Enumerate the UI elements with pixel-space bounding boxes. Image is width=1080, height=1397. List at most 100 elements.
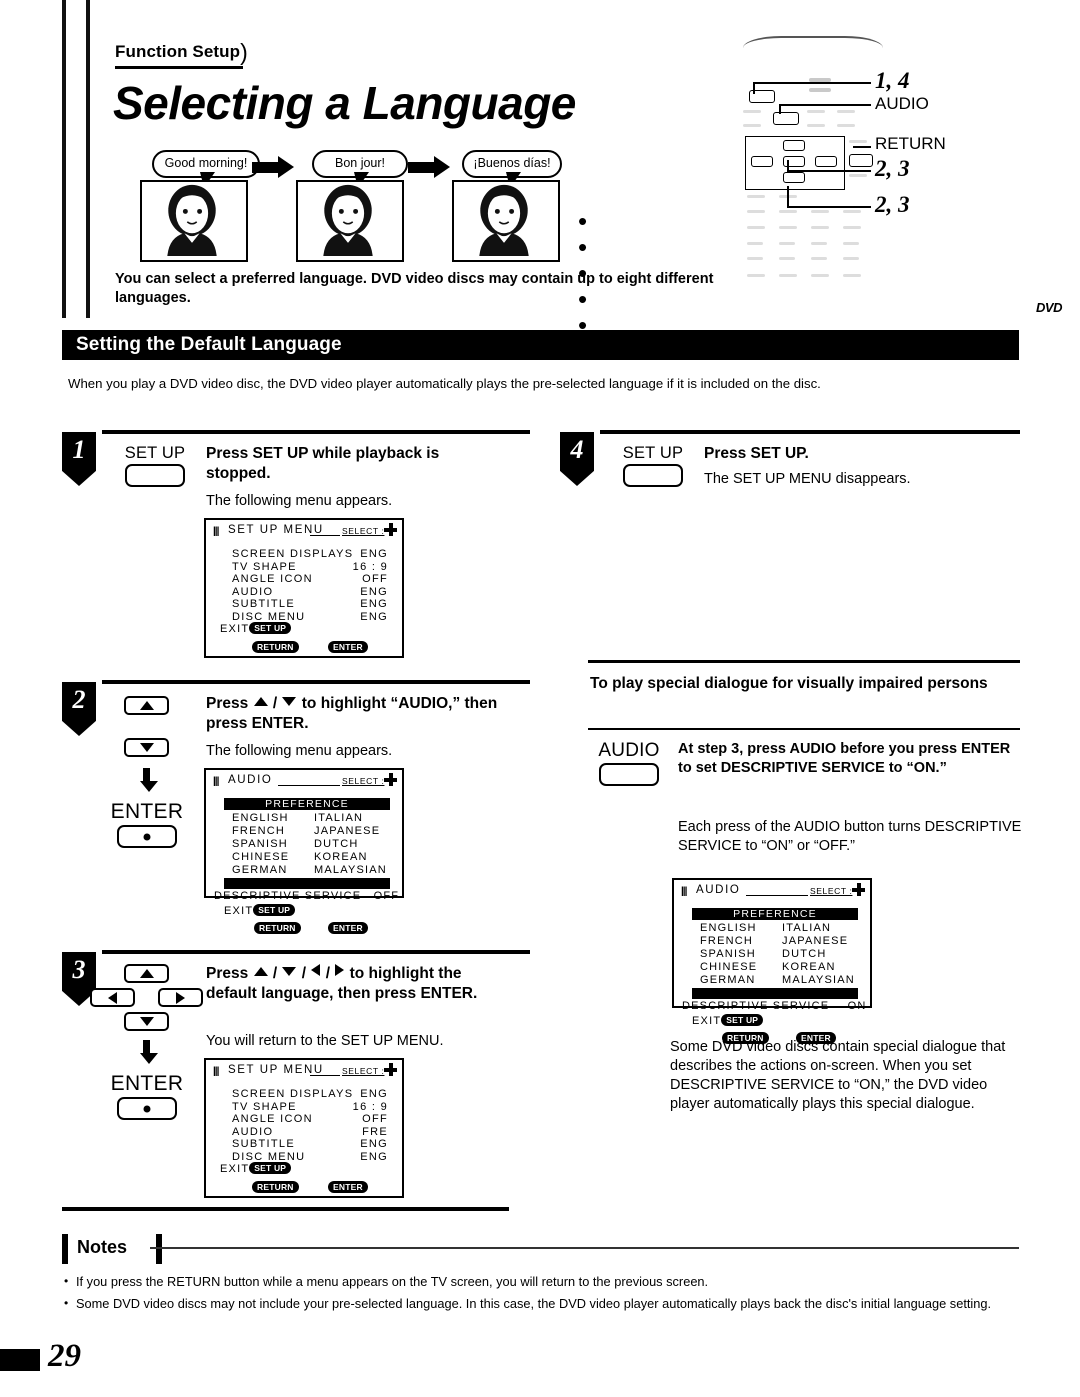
osd2-lang-left: ENGLISH (232, 812, 289, 824)
osd2-title: AUDIO (228, 774, 273, 786)
osd3-pill-setup: SET UP (249, 1162, 292, 1174)
remote-return-key (849, 154, 873, 167)
step-1: 1 SET UP Press SET UP while playback is … (62, 430, 530, 680)
page-title: Selecting a Language (113, 77, 576, 129)
osd2-lang-left: FRENCH (232, 825, 286, 837)
osd-setup-menu-1: ||| SET UP MENU SELECT : SCREEN DISPLAYS… (204, 518, 404, 658)
step-2-heading-mid: / (268, 695, 282, 712)
osd3-row-value: ENG (360, 1150, 388, 1163)
step-4-heading: Press SET UP. (704, 445, 809, 462)
up-button-icon (124, 964, 169, 983)
flow-down-arrow (140, 768, 158, 792)
osd3-bars-icon: ||| (213, 1066, 219, 1077)
osd1-bars-icon: ||| (213, 526, 219, 537)
audio-keycap: AUDIO (586, 740, 672, 786)
section-banner: Setting the Default Language (62, 330, 1019, 360)
special-heading: To play special dialogue for visually im… (590, 675, 988, 692)
special-dialogue-section: To play special dialogue for visually im… (560, 660, 1021, 1120)
osd-audio-off: ||| AUDIO SELECT : PREFERENCE ENGLISH IT… (204, 768, 404, 934)
steps-column-right: 4 SET UP Press SET UP. The SET UP MENU d… (560, 430, 1021, 1120)
osd2-exit-label: EXIT (224, 905, 254, 917)
osd2-divider-bar (224, 878, 390, 889)
triangle-left-icon (108, 991, 117, 1004)
osd3-row-label: SUBTITLE (232, 1138, 295, 1150)
step-1-keycap: SET UP (112, 444, 198, 487)
remote-callout-4: 2, 3 (875, 156, 910, 181)
intro-paragraph: You can select a preferred language. DVD… (115, 271, 714, 306)
triangle-right-icon (335, 964, 345, 976)
osd2-lang-left: SPANISH (232, 838, 288, 850)
step-3-heading-pre: Press (206, 965, 253, 982)
left-button-icon (90, 988, 135, 1007)
down-button-icon (124, 1012, 169, 1031)
remote-up-key (783, 140, 805, 151)
osd4-bars-icon: ||| (681, 886, 687, 897)
remote-callout-5: 2, 3 (875, 192, 910, 217)
audio-button-icon (599, 763, 659, 786)
osd3-row: SCREEN DISPLAYS ENG (206, 1088, 402, 1101)
osd3-select-label: SELECT : (342, 1066, 385, 1076)
osd4-lang-right: MALAYSIAN (782, 974, 855, 986)
osd1-row-label: AUDIO (232, 585, 274, 598)
osd4-lang-left: SPANISH (700, 948, 756, 960)
setup-button-icon (623, 464, 683, 487)
kicker-underline (115, 66, 243, 69)
down-button-icon (124, 738, 169, 757)
audio-keycap-label: AUDIO (598, 740, 660, 761)
osd3-row-value: ENG (360, 1088, 388, 1100)
osd1-pill-enter: ENTER (328, 641, 368, 653)
osd4-title: AUDIO (696, 884, 741, 896)
triangle-down-icon (139, 1017, 154, 1026)
osd2-dpad-icon (384, 773, 397, 786)
osd3-row-value: FRE (362, 1125, 388, 1138)
manual-page: Function Setup) Selecting a Language Goo… (0, 0, 1080, 1397)
osd4-pill-setup: SET UP (721, 1014, 764, 1026)
step-3-enter-word: ENTER (110, 1072, 184, 1095)
osd3-row: TV SHAPE 16 : 9 (206, 1101, 402, 1114)
section-intro-text: When you play a DVD video disc, the DVD … (68, 376, 821, 391)
osd1-pill-row2: ENTER (328, 638, 368, 656)
step-3: 3 ENTER Press / / / to highlight the def… (62, 950, 530, 1200)
osd4-lang-right: JAPANESE (782, 935, 849, 947)
osd1-titlebar: ||| SET UP MENU SELECT : (206, 520, 402, 540)
osd3-titlebar: ||| SET UP MENU SELECT : (206, 1060, 402, 1080)
step-3-heading: Press / / / to highlight the default lan… (206, 964, 478, 1002)
osd2-lang-right: ITALIAN (314, 812, 364, 824)
step-4-keycap: SET UP (610, 444, 696, 487)
osd4-descriptive-label: DESCRIPTIVE SERVICE (682, 1000, 830, 1012)
remote-audio-key (773, 112, 799, 125)
notes-label: Notes (77, 1237, 128, 1257)
leader-line-3 (853, 146, 871, 148)
osd4-lang-left: GERMAN (700, 974, 756, 986)
osd4-lang-right: ITALIAN (782, 922, 832, 934)
osd3-pill-row2: ENTER (328, 1178, 368, 1196)
osd3-row-label: SCREEN DISPLAYS (232, 1088, 354, 1100)
osd3-row: AUDIO FRE (206, 1126, 402, 1139)
page-number-block (0, 1349, 40, 1371)
triangle-up-icon (139, 969, 154, 978)
osd-audio-on: ||| AUDIO SELECT : PREFERENCE ENGLISH IT… (672, 878, 872, 1044)
osd4-descriptive-value: ON (847, 1000, 867, 1012)
person-photo-2 (296, 180, 404, 262)
dvd-logo: DVD (1036, 300, 1062, 315)
right-button-icon (158, 988, 203, 1007)
osd4-titlebar: ||| AUDIO SELECT : (674, 880, 870, 900)
osd2-descriptive-row: DESCRIPTIVE SERVICE OFF (214, 890, 399, 902)
step-3-sub: You will return to the SET UP MENU. (206, 1033, 444, 1049)
step-1-sub: The following menu appears. (206, 493, 393, 509)
osd3-exit-label: EXIT (220, 1163, 250, 1175)
leader-line-4b (787, 170, 871, 172)
note-item-1: If you press the RETURN button while a m… (76, 1274, 709, 1289)
person-figure-icon (323, 184, 373, 256)
osd1-exit-label: EXIT (220, 623, 250, 635)
osd2-descriptive-value: OFF (373, 890, 400, 902)
osd3-exit-row: EXIT SET UP (220, 1162, 292, 1175)
osd1-row-label: SUBTITLE (232, 598, 295, 610)
step-2: 2 ENTER Press / to highlight “AUDIO,” th… (62, 680, 530, 950)
leader-line-2b (779, 104, 871, 106)
osd1-row-value: OFF (362, 573, 388, 585)
margin-rule-outer (62, 0, 66, 318)
step-2-sub: The following menu appears. (206, 743, 393, 759)
osd2-bars-icon: ||| (213, 776, 219, 787)
osd1-pill-return: RETURN (252, 641, 299, 653)
